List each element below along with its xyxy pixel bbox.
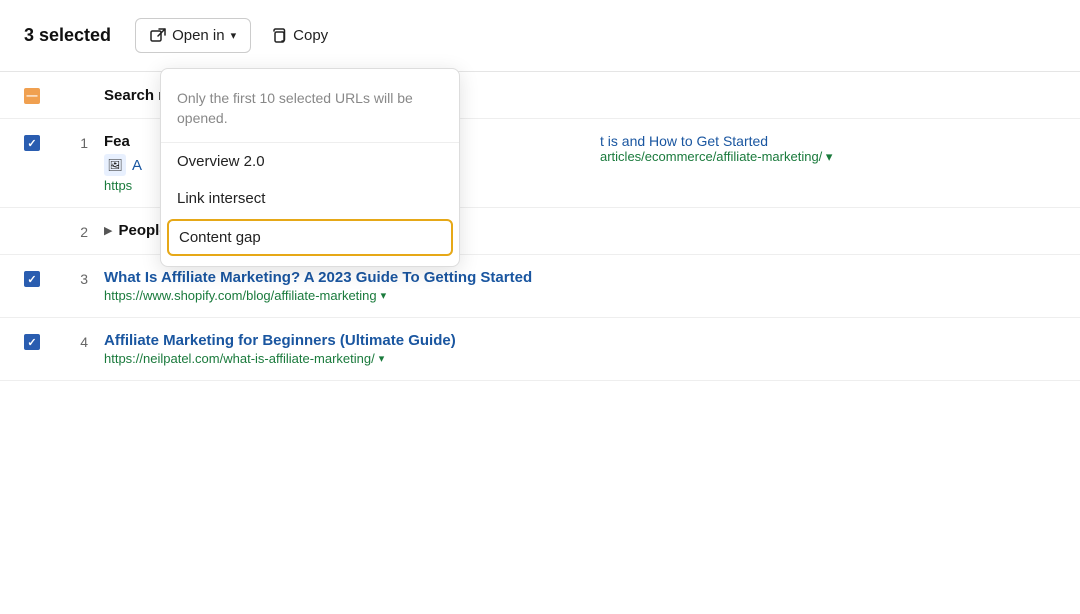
dropdown-item-overview[interactable]: Overview 2.0 — [161, 143, 459, 180]
dropdown-item-content-gap[interactable]: Content gap — [167, 219, 453, 256]
chevron-down-icon: ▾ — [231, 29, 237, 42]
open-in-icon — [150, 28, 166, 44]
expand-arrow-icon[interactable]: ▶ — [104, 224, 112, 237]
row1-right-link[interactable]: t is and How to Get Started — [600, 133, 1056, 149]
row1-checkbox[interactable]: ✓ — [24, 135, 48, 151]
open-in-label: Open in — [172, 27, 225, 44]
dropdown-note: Only the first 10 selected URLs will be … — [161, 77, 459, 143]
selected-count: 3 selected — [24, 25, 111, 46]
dropdown-item-link-intersect[interactable]: Link intersect — [161, 180, 459, 217]
copy-label: Copy — [293, 27, 328, 44]
row4-url-arrow[interactable]: ▾ — [379, 352, 385, 365]
row1-right-url: articles/ecommerce/affiliate-marketing/ … — [600, 149, 1056, 165]
row4-title[interactable]: Affiliate Marketing for Beginners (Ultim… — [104, 332, 1056, 349]
image-thumbnail-icon: 🖼 — [104, 154, 126, 176]
url-dropdown-arrow[interactable]: ▾ — [826, 149, 833, 164]
row4-url: https://neilpatel.com/what-is-affiliate-… — [104, 351, 1056, 366]
open-in-button[interactable]: Open in ▾ — [135, 18, 251, 53]
copy-button[interactable]: Copy — [267, 19, 332, 52]
row3-url: https://www.shopify.com/blog/affiliate-m… — [104, 288, 1056, 303]
row3-url-arrow[interactable]: ▾ — [381, 289, 387, 302]
row4-checkbox[interactable]: ✓ — [24, 334, 48, 350]
toolbar: 3 selected Open in ▾ Copy Only the first… — [0, 0, 1080, 72]
table-row-neilpatel: ✓ 4 Affiliate Marketing for Beginners (U… — [0, 318, 1080, 381]
minus-checkbox[interactable]: — — [24, 88, 40, 104]
open-in-dropdown: Only the first 10 selected URLs will be … — [160, 68, 460, 267]
row3-checkbox[interactable]: ✓ — [24, 271, 48, 287]
row1-link-partial[interactable]: A — [132, 157, 142, 174]
header-checkbox[interactable]: — — [24, 88, 48, 104]
copy-icon — [271, 28, 287, 44]
row3-title[interactable]: What Is Affiliate Marketing? A 2023 Guid… — [104, 269, 1056, 286]
